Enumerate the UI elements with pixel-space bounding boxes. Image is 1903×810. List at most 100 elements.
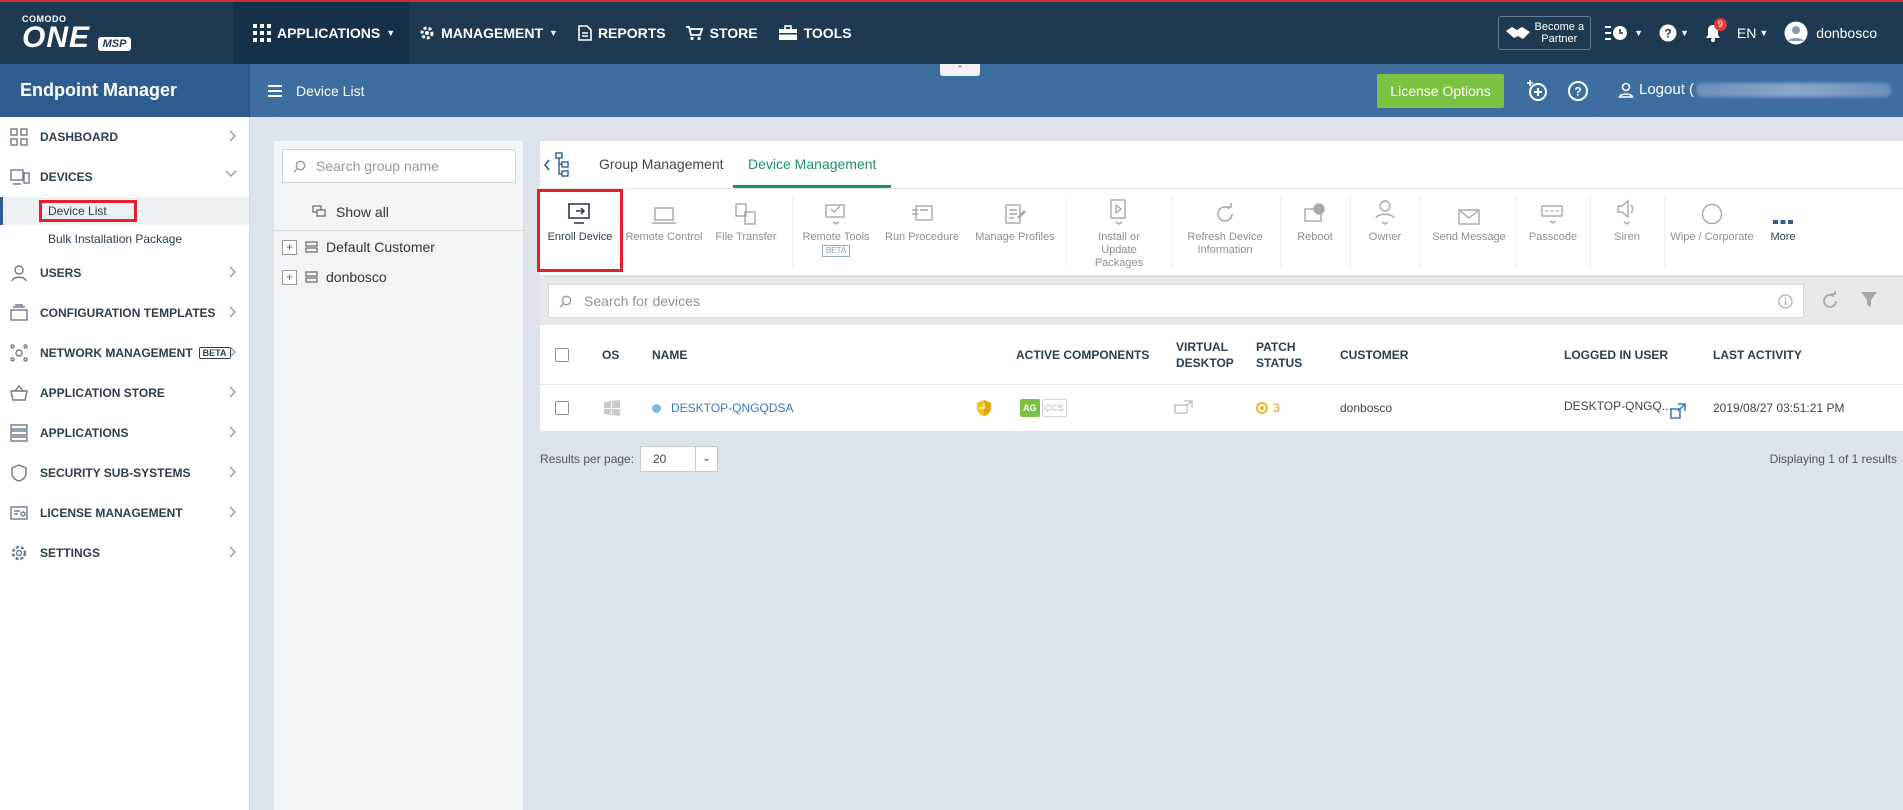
passcode-button[interactable]: Passcode bbox=[1520, 189, 1586, 275]
col-name[interactable]: NAME bbox=[652, 347, 687, 363]
breadcrumb-current: Device List bbox=[296, 83, 365, 99]
sidebar-item-configuration-templates[interactable]: CONFIGURATION TEMPLATES bbox=[0, 293, 249, 333]
col-os[interactable]: OS bbox=[602, 347, 619, 363]
svg-text:?: ? bbox=[1574, 85, 1581, 99]
notifications-button[interactable]: 9 bbox=[1705, 18, 1727, 42]
tree-toggle-icon[interactable] bbox=[542, 151, 574, 179]
applications-icon bbox=[10, 424, 28, 442]
col-last-activity[interactable]: LAST ACTIVITY bbox=[1713, 347, 1802, 363]
sidebar-item-devices[interactable]: DEVICES bbox=[0, 157, 249, 197]
sidebar-item-settings[interactable]: SETTINGS bbox=[0, 533, 249, 573]
col-logged-in-user[interactable]: LOGGED IN USER bbox=[1564, 347, 1668, 363]
sidebar-item-security-sub-systems[interactable]: SECURITY SUB-SYSTEMS bbox=[0, 453, 249, 493]
results-per-page-select[interactable]: 20 ⌄ bbox=[640, 446, 718, 472]
remote-tools-button[interactable]: Remote Tools BETA bbox=[796, 189, 876, 275]
customer-cell: donbosco bbox=[1340, 401, 1393, 415]
info-icon[interactable] bbox=[1778, 294, 1793, 309]
show-all-label: Show all bbox=[336, 203, 389, 220]
open-external-icon[interactable] bbox=[1670, 403, 1686, 419]
show-all-groups[interactable]: Show all bbox=[274, 193, 524, 231]
tabs-bar: Group Management Device Management bbox=[540, 141, 1903, 189]
logout-label: Logout ( bbox=[1639, 81, 1695, 98]
col-customer[interactable]: CUSTOMER bbox=[1340, 347, 1408, 363]
patch-status[interactable]: 3 bbox=[1256, 400, 1280, 416]
refresh-icon[interactable] bbox=[1820, 291, 1840, 311]
partner-line-1: Become a bbox=[1534, 21, 1585, 33]
wipe-corporate-button[interactable]: Wipe / Corporate bbox=[1668, 189, 1756, 275]
component-ag-badge[interactable]: AG bbox=[1020, 399, 1040, 417]
user-menu[interactable]: donbosco bbox=[1784, 21, 1877, 45]
help-button[interactable]: ? ▼ bbox=[1659, 24, 1689, 42]
chevron-up-icon: ⌃ bbox=[956, 64, 964, 74]
help-circle-icon[interactable]: ? bbox=[1567, 80, 1589, 102]
owner-button[interactable]: Owner bbox=[1354, 189, 1416, 275]
col-patch-status[interactable]: PATCH STATUS bbox=[1256, 339, 1306, 371]
refresh-device-info-button[interactable]: Refresh Device Information bbox=[1176, 189, 1274, 275]
group-item-default-customer[interactable]: + Default Customer bbox=[282, 233, 512, 261]
language-selector[interactable]: EN ▼ bbox=[1737, 25, 1768, 41]
install-update-packages-button[interactable]: Install or Update Packages bbox=[1070, 189, 1168, 275]
become-partner-button[interactable]: Become a Partner bbox=[1497, 16, 1592, 50]
group-item-default-customer[interactable] bbox=[282, 141, 512, 169]
nav-tools[interactable]: TOOLS bbox=[768, 2, 862, 64]
siren-button[interactable]: Siren bbox=[1594, 189, 1660, 275]
col-active-components[interactable]: ACTIVE COMPONENTS bbox=[1016, 347, 1149, 363]
license-options-button[interactable]: License Options bbox=[1377, 74, 1504, 108]
sidebar-item-label: CONFIGURATION TEMPLATES bbox=[40, 306, 216, 320]
expand-icon[interactable]: + bbox=[282, 239, 297, 255]
sidebar-item-network-management[interactable]: NETWORK MANAGEMENT BETA bbox=[0, 333, 249, 373]
search-icon bbox=[559, 295, 572, 307]
nav-applications[interactable]: APPLICATIONS ▼ bbox=[233, 2, 410, 64]
nav-store[interactable]: STORE bbox=[676, 2, 768, 64]
tool-label: Remote Tools bbox=[802, 231, 870, 243]
file-transfer-button[interactable]: File Transfer bbox=[710, 189, 782, 275]
device-toolbar: Enroll Device Remote Control File Transf… bbox=[537, 189, 1903, 275]
more-button[interactable]: More bbox=[1760, 189, 1806, 275]
sidebar-item-applications[interactable]: APPLICATIONS bbox=[0, 413, 249, 453]
dashboard-icon bbox=[10, 128, 28, 146]
run-procedure-button[interactable]: Run Procedure bbox=[882, 189, 962, 275]
license-icon bbox=[10, 506, 28, 520]
collapse-header-button[interactable]: ⌃ bbox=[940, 64, 980, 76]
hamburger-icon[interactable] bbox=[268, 85, 282, 97]
tab-group-management[interactable]: Group Management bbox=[584, 141, 739, 188]
chevron-right-icon bbox=[229, 346, 236, 358]
select-all-checkbox[interactable] bbox=[555, 348, 569, 362]
sidebar-item-users[interactable]: USERS bbox=[0, 253, 249, 293]
logout-button[interactable]: Logout ( bbox=[1618, 81, 1892, 98]
sidebar-item-dashboard[interactable]: DASHBOARD bbox=[0, 117, 249, 157]
remote-control-button[interactable]: Remote Control bbox=[624, 189, 704, 275]
nav-management[interactable]: MANAGEMENT ▼ bbox=[409, 2, 568, 64]
comodo-one-logo[interactable]: COMODO ONE MSP bbox=[22, 14, 152, 54]
toolbar-separator bbox=[1590, 197, 1591, 267]
group-item-donbosco[interactable]: + donbosco bbox=[282, 263, 512, 291]
sidebar-item-label: APPLICATIONS bbox=[40, 426, 129, 440]
device-search-placeholder: Search for devices bbox=[584, 293, 700, 309]
sidebar-sub-device-list[interactable]: Device List bbox=[0, 197, 249, 225]
virtual-desktop-icon[interactable] bbox=[1174, 400, 1194, 416]
sidebar-item-application-store[interactable]: APPLICATION STORE bbox=[0, 373, 249, 413]
filter-icon[interactable] bbox=[1860, 291, 1878, 309]
sub-bar: Endpoint Manager Device List ⌃ License O… bbox=[0, 64, 1903, 117]
table-row[interactable]: DESKTOP-QNGQDSA AG CCS 3 donbosco DESKTOP… bbox=[540, 385, 1903, 431]
add-circle-icon[interactable] bbox=[1526, 80, 1548, 102]
reboot-button[interactable]: Reboot bbox=[1284, 189, 1346, 275]
sidebar-sub-bulk-installation[interactable]: Bulk Installation Package bbox=[0, 225, 249, 253]
chevron-right-icon bbox=[229, 506, 236, 518]
device-name-link[interactable]: DESKTOP-QNGQDSA bbox=[652, 400, 793, 416]
shield-warning-icon[interactable] bbox=[976, 399, 992, 417]
tool-label: Passcode bbox=[1528, 231, 1578, 243]
component-ccs-badge[interactable]: CCS bbox=[1041, 399, 1067, 417]
row-checkbox[interactable] bbox=[555, 401, 569, 415]
expand-icon[interactable]: + bbox=[282, 269, 297, 285]
recent-activity-button[interactable]: ▼ bbox=[1605, 24, 1643, 42]
send-message-button[interactable]: Send Message bbox=[1424, 189, 1514, 275]
col-virtual-desktop[interactable]: VIRTUAL DESKTOP bbox=[1176, 339, 1236, 371]
manage-profiles-button[interactable]: Manage Profiles bbox=[972, 189, 1058, 275]
tab-device-management[interactable]: Device Management bbox=[733, 141, 892, 188]
nav-reports[interactable]: REPORTS bbox=[568, 2, 676, 64]
sidebar-item-license-management[interactable]: LICENSE MANAGEMENT bbox=[0, 493, 249, 533]
sidebar-item-label: DEVICES bbox=[40, 170, 93, 184]
device-search-input[interactable]: Search for devices bbox=[548, 284, 1804, 318]
enroll-device-button[interactable]: Enroll Device bbox=[537, 189, 623, 275]
